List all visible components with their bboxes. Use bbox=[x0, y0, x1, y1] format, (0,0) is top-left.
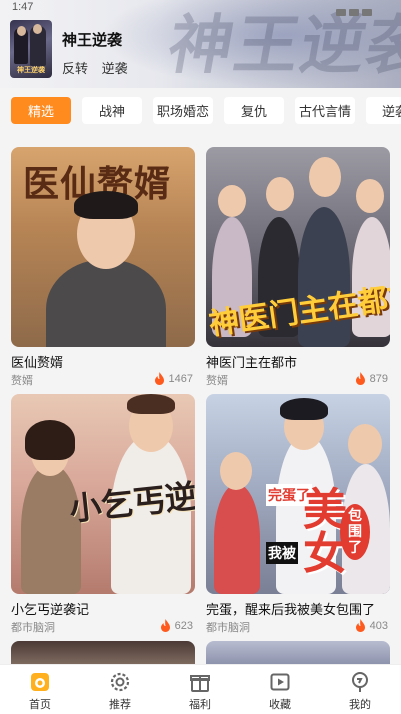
drama-card[interactable] bbox=[11, 641, 195, 664]
drama-poster[interactable]: 神医门主在都市 bbox=[206, 147, 390, 347]
drama-genre: 都市脑洞 bbox=[11, 622, 55, 634]
nav-label: 我的 bbox=[349, 699, 371, 711]
nav-recommend[interactable]: 推荐 bbox=[90, 671, 150, 712]
category-tabs: 精选 战神 职场婚恋 复仇 古代言情 逆袭 bbox=[0, 94, 401, 128]
hot-count: 879 bbox=[355, 372, 388, 385]
drama-card[interactable]: 医仙赘婿 医仙赘婿 赘婿 1467 bbox=[11, 147, 195, 387]
flame-icon bbox=[355, 372, 365, 385]
hot-count-value: 403 bbox=[369, 619, 388, 632]
play-box-icon bbox=[270, 673, 290, 691]
nav-label: 首页 bbox=[29, 699, 51, 711]
tab-featured[interactable]: 精选 bbox=[11, 97, 71, 124]
drama-title[interactable]: 神医门主在都市 bbox=[206, 352, 390, 371]
flame-icon bbox=[160, 619, 170, 632]
drama-title[interactable]: 小乞丐逆袭记 bbox=[11, 599, 195, 618]
app-root: 神王逆袭 1:47 神王逆袭 神王逆袭 反转 逆袭 精选 战神 职场婚恋 复仇 … bbox=[0, 0, 401, 714]
drama-title[interactable]: 医仙赘婿 bbox=[11, 352, 195, 371]
drama-poster[interactable] bbox=[11, 641, 195, 664]
home-icon bbox=[31, 673, 49, 691]
tab-war-god[interactable]: 战神 bbox=[82, 97, 142, 124]
drama-card[interactable]: 完蛋了 我被 美女 包围了 完蛋，醒来后我被美女包围了 都市脑洞 403 bbox=[206, 394, 390, 634]
flame-icon bbox=[154, 372, 164, 385]
nav-favorites[interactable]: 收藏 bbox=[250, 671, 310, 712]
nav-label: 收藏 bbox=[269, 699, 291, 711]
featured-title[interactable]: 神王逆袭 bbox=[62, 29, 122, 50]
featured-banner[interactable]: 神王逆袭 1:47 神王逆袭 神王逆袭 反转 逆袭 bbox=[0, 0, 401, 88]
gift-icon bbox=[190, 675, 210, 692]
nav-label: 福利 bbox=[189, 699, 211, 711]
hot-count: 1467 bbox=[154, 372, 193, 385]
featured-tag[interactable]: 反转 bbox=[62, 61, 88, 76]
hot-count: 403 bbox=[355, 619, 388, 632]
nav-welfare[interactable]: 福利 bbox=[170, 671, 230, 712]
nav-home[interactable]: 首页 bbox=[10, 671, 70, 712]
drama-genre: 都市脑洞 bbox=[206, 622, 250, 634]
drama-card[interactable]: 神医门主在都市 神医门主在都市 赘婿 879 bbox=[206, 147, 390, 387]
drama-poster[interactable]: 小乞丐逆袭记 bbox=[11, 394, 195, 594]
drama-genre: 赘婿 bbox=[11, 375, 33, 387]
gear-icon bbox=[110, 672, 130, 692]
drama-title[interactable]: 完蛋，醒来后我被美女包围了 bbox=[206, 599, 390, 618]
status-icons bbox=[333, 3, 393, 16]
hot-count-value: 1467 bbox=[168, 372, 193, 385]
drama-card[interactable]: 小乞丐逆袭记 小乞丐逆袭记 都市脑洞 623 bbox=[11, 394, 195, 634]
featured-cover-caption: 神王逆袭 bbox=[17, 67, 45, 74]
featured-tag[interactable]: 逆袭 bbox=[102, 61, 128, 76]
hot-count-value: 879 bbox=[369, 372, 388, 385]
nav-label: 推荐 bbox=[109, 699, 131, 711]
flame-icon bbox=[355, 619, 365, 632]
featured-tags: 反转 逆袭 bbox=[62, 58, 138, 77]
drama-poster[interactable]: 医仙赘婿 bbox=[11, 147, 195, 347]
profile-icon bbox=[352, 672, 368, 692]
drama-card[interactable] bbox=[206, 641, 390, 664]
featured-cover[interactable]: 神王逆袭 bbox=[10, 20, 52, 78]
status-time: 1:47 bbox=[12, 1, 34, 13]
tab-revenge[interactable]: 复仇 bbox=[224, 97, 284, 124]
tab-comeback[interactable]: 逆袭 bbox=[366, 97, 401, 124]
nav-profile[interactable]: 我的 bbox=[330, 671, 390, 712]
hot-count-value: 623 bbox=[174, 619, 193, 632]
bottom-nav: 首页 推荐 福利 收藏 我的 bbox=[0, 664, 401, 714]
drama-genre: 赘婿 bbox=[206, 375, 228, 387]
drama-poster[interactable]: 完蛋了 我被 美女 包围了 bbox=[206, 394, 390, 594]
hot-count: 623 bbox=[160, 619, 193, 632]
tab-workplace-romance[interactable]: 职场婚恋 bbox=[153, 97, 213, 124]
poster-title-art: 包围了 bbox=[340, 504, 370, 560]
tab-ancient-romance[interactable]: 古代言情 bbox=[295, 97, 355, 124]
drama-poster[interactable] bbox=[206, 641, 390, 664]
